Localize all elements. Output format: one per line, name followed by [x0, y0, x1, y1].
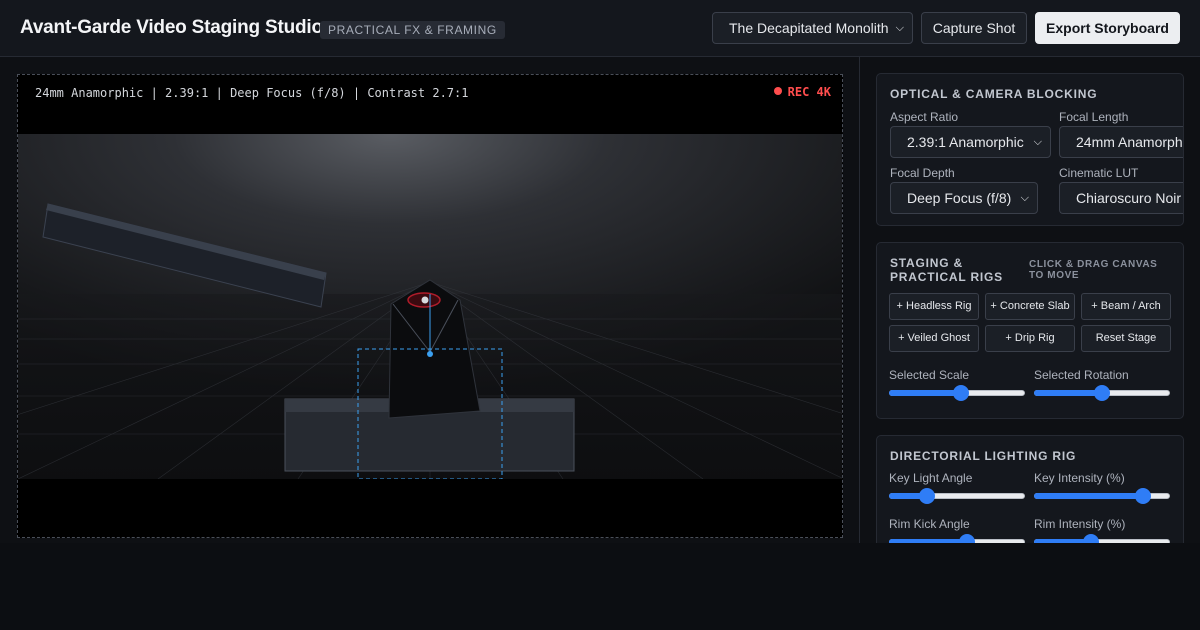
slider-fill	[889, 539, 967, 543]
control-sidebar: Optical & Camera Blocking Aspect Ratio 2…	[860, 57, 1200, 543]
add-beam-arch-button[interactable]: + Beam / Arch	[1081, 293, 1171, 320]
chevron-down-icon: ⌵	[1033, 136, 1042, 148]
cinematic-lut-label: Cinematic LUT	[1059, 166, 1139, 180]
rim-intensity-slider[interactable]	[1034, 534, 1170, 543]
key-light-angle-slider[interactable]	[889, 488, 1025, 504]
key-intensity-slider[interactable]	[1034, 488, 1170, 504]
key-light-angle-label: Key Light Angle	[889, 471, 973, 485]
slider-fill	[1034, 390, 1102, 396]
add-headless-rig-button[interactable]: + Headless Rig	[889, 293, 979, 320]
rec-label: REC 4K	[787, 85, 831, 99]
drag-hint-line1: Click & Drag Canvas	[1029, 259, 1158, 270]
rec-indicator: REC 4K	[773, 85, 831, 99]
staging-title-line2: Practical Rigs	[890, 270, 1003, 284]
lighting-panel-title: Directorial Lighting Rig	[890, 449, 1077, 463]
scene-select[interactable]: The Decapitated Monolith ⌵	[712, 12, 913, 44]
chevron-down-icon: ⌵	[1020, 192, 1029, 204]
selection-anchor-handle[interactable]	[427, 351, 433, 357]
cinematic-lut-select[interactable]: Chiaroscuro Noir	[1059, 182, 1183, 214]
rim-kick-angle-slider[interactable]	[889, 534, 1025, 543]
chevron-down-icon: ⌵	[895, 22, 904, 34]
reset-stage-button[interactable]: Reset Stage	[1081, 325, 1171, 352]
focal-depth-select[interactable]: Deep Focus (f/8) ⌵	[890, 182, 1038, 214]
selected-scale-slider[interactable]	[889, 385, 1025, 401]
focal-length-select[interactable]: 24mm Anamorphic	[1059, 126, 1183, 158]
staging-title-line1: Staging &	[890, 256, 963, 270]
focal-depth-label: Focal Depth	[890, 166, 955, 180]
focal-length-value: 24mm Anamorphic	[1076, 134, 1183, 150]
lighting-panel: Directorial Lighting Rig Key Light Angle…	[876, 435, 1184, 543]
aspect-ratio-select[interactable]: 2.39:1 Anamorphic ⌵	[890, 126, 1051, 158]
selected-scale-label: Selected Scale	[889, 368, 970, 382]
optical-panel: Optical & Camera Blocking Aspect Ratio 2…	[876, 73, 1184, 226]
export-storyboard-button[interactable]: Export Storyboard	[1035, 12, 1180, 44]
scene-select-value: The Decapitated Monolith	[729, 20, 889, 36]
drag-hint: Click & Drag Canvas To Move	[1029, 259, 1157, 281]
optical-panel-title: Optical & Camera Blocking	[890, 87, 1098, 101]
camera-info-overlay: 24mm Anamorphic | 2.39:1 | Deep Focus (f…	[35, 86, 469, 100]
slider-thumb[interactable]	[1094, 385, 1110, 401]
app-title: Avant-Garde Video Staging Studio	[20, 17, 323, 38]
aspect-ratio-value: 2.39:1 Anamorphic	[907, 134, 1024, 150]
rig-pivot-handle[interactable]	[421, 296, 429, 304]
slider-fill	[1034, 493, 1143, 499]
add-drip-rig-button[interactable]: + Drip Rig	[985, 325, 1075, 352]
top-bar: Avant-Garde Video Staging Studio PRACTIC…	[0, 0, 1200, 57]
app-badge: PRACTICAL FX & FRAMING	[320, 21, 505, 39]
staging-panel: Staging & Practical Rigs Click & Drag Can…	[876, 242, 1184, 419]
slider-thumb[interactable]	[953, 385, 970, 401]
staging-panel-title: Staging & Practical Rigs	[890, 256, 1003, 284]
scene-render[interactable]	[18, 134, 843, 479]
selected-rotation-label: Selected Rotation	[1034, 368, 1129, 382]
add-veiled-ghost-button[interactable]: + Veiled Ghost	[889, 325, 979, 352]
add-concrete-slab-button[interactable]: + Concrete Slab	[985, 293, 1075, 320]
focal-length-label: Focal Length	[1059, 110, 1129, 124]
drag-hint-line2: To Move	[1029, 270, 1080, 281]
slider-thumb[interactable]	[1083, 534, 1100, 543]
aspect-ratio-label: Aspect Ratio	[890, 110, 959, 124]
focal-depth-value: Deep Focus (f/8)	[907, 190, 1012, 206]
selected-rotation-slider[interactable]	[1034, 385, 1170, 401]
rim-kick-angle-label: Rim Kick Angle	[889, 517, 970, 531]
slider-thumb[interactable]	[919, 488, 936, 504]
stage-area: 24mm Anamorphic | 2.39:1 | Deep Focus (f…	[0, 57, 860, 543]
recording-dot-icon	[773, 87, 782, 95]
key-intensity-label: Key Intensity (%)	[1034, 471, 1125, 485]
stage-canvas[interactable]: 24mm Anamorphic | 2.39:1 | Deep Focus (f…	[17, 74, 843, 538]
slider-fill	[889, 390, 962, 396]
slider-thumb[interactable]	[1134, 488, 1151, 504]
cinematic-lut-value: Chiaroscuro Noir	[1076, 190, 1182, 206]
capture-shot-button[interactable]: Capture Shot	[921, 12, 1027, 44]
slider-thumb[interactable]	[958, 534, 975, 543]
rim-intensity-label: Rim Intensity (%)	[1034, 517, 1126, 531]
